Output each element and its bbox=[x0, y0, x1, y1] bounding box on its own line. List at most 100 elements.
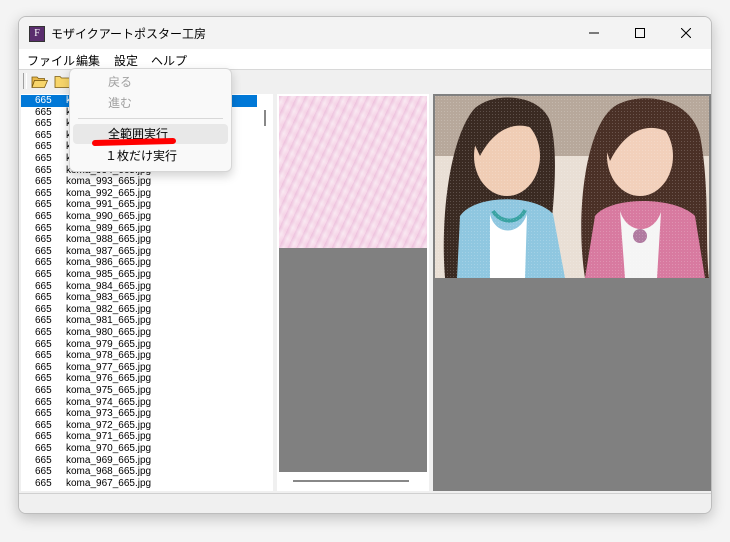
list-item[interactable]: 665 koma_986_665.jpg bbox=[21, 257, 257, 269]
mosaic-preview-pane bbox=[433, 94, 711, 491]
list-item[interactable]: 665 koma_993_665.jpg bbox=[21, 176, 257, 188]
list-item[interactable]: 665 koma_968_665.jpg bbox=[21, 466, 257, 478]
list-item[interactable]: 665 koma_972_665.jpg bbox=[21, 420, 257, 432]
list-item-number: 665 bbox=[35, 280, 52, 292]
list-item[interactable]: 665 koma_992_665.jpg bbox=[21, 188, 257, 200]
mosaic-preview-image bbox=[435, 96, 709, 278]
list-item[interactable]: 665 koma_975_665.jpg bbox=[21, 385, 257, 397]
list-item-filename: koma_983_665.jpg bbox=[66, 292, 152, 304]
list-item-filename: koma_976_665.jpg bbox=[66, 373, 152, 385]
list-item[interactable]: 665 koma_971_665.jpg bbox=[21, 431, 257, 443]
menu-item-back-label: 戻る bbox=[108, 75, 133, 89]
list-item-number: 665 bbox=[35, 118, 52, 130]
list-item[interactable]: 665 koma_970_665.jpg bbox=[21, 443, 257, 455]
list-item-number: 665 bbox=[35, 234, 52, 246]
list-item-filename: koma_992_665.jpg bbox=[66, 187, 152, 199]
list-item-filename: koma_981_665.jpg bbox=[66, 315, 152, 327]
list-item[interactable]: 665 koma_983_665.jpg bbox=[21, 292, 257, 304]
list-item[interactable]: 665 koma_967_665.jpg bbox=[21, 478, 257, 490]
list-item-number: 665 bbox=[35, 477, 52, 489]
menu-file[interactable]: ファイル bbox=[27, 52, 75, 69]
horizontal-scrollbar[interactable] bbox=[293, 480, 409, 482]
list-item-filename: koma_979_665.jpg bbox=[66, 338, 152, 350]
list-item-number: 665 bbox=[35, 199, 52, 211]
open-folder-icon[interactable] bbox=[31, 73, 49, 89]
window-title: モザイクアートポスター工房 bbox=[51, 27, 207, 41]
list-item[interactable]: 665 koma_977_665.jpg bbox=[21, 362, 257, 374]
list-item-filename: koma_988_665.jpg bbox=[66, 234, 152, 246]
maximize-icon bbox=[635, 28, 645, 38]
list-item-number: 665 bbox=[35, 396, 52, 408]
list-item-number: 665 bbox=[35, 315, 52, 327]
app-icon: F bbox=[29, 26, 45, 42]
menu-separator bbox=[78, 118, 223, 119]
list-item[interactable]: 665 koma_973_665.jpg bbox=[21, 408, 257, 420]
scrollbar-thumb[interactable] bbox=[264, 110, 266, 126]
list-item-filename: koma_971_665.jpg bbox=[66, 431, 152, 443]
list-item-filename: koma_982_665.jpg bbox=[66, 303, 152, 315]
list-item-number: 665 bbox=[35, 257, 52, 269]
list-item-number: 665 bbox=[35, 419, 52, 431]
list-item-number: 665 bbox=[35, 303, 52, 315]
menu-item-forward[interactable]: 進む bbox=[73, 93, 228, 113]
list-item-number: 665 bbox=[35, 95, 52, 106]
status-bar bbox=[19, 493, 711, 513]
list-item-number: 665 bbox=[35, 373, 52, 385]
menu-item-forward-label: 進む bbox=[108, 96, 133, 110]
list-item-number: 665 bbox=[35, 106, 52, 118]
list-item-filename: koma_989_665.jpg bbox=[66, 222, 152, 234]
list-item[interactable]: 665 koma_979_665.jpg bbox=[21, 339, 257, 351]
list-item-number: 665 bbox=[35, 431, 52, 443]
list-item[interactable]: 665 koma_984_665.jpg bbox=[21, 281, 257, 293]
menu-edit[interactable]: 編集 bbox=[76, 52, 100, 69]
close-button[interactable] bbox=[663, 17, 709, 49]
menu-item-back[interactable]: 戻る bbox=[73, 72, 228, 92]
source-preview-pane bbox=[277, 94, 429, 491]
list-item[interactable]: 665 koma_980_665.jpg bbox=[21, 327, 257, 339]
list-item[interactable]: 665 koma_988_665.jpg bbox=[21, 234, 257, 246]
list-item-filename: koma_980_665.jpg bbox=[66, 327, 152, 338]
list-item-number: 665 bbox=[35, 211, 52, 222]
menu-help[interactable]: ヘルプ bbox=[151, 52, 187, 69]
list-item[interactable]: 665 koma_990_665.jpg bbox=[21, 211, 257, 223]
list-item[interactable]: 665 koma_987_665.jpg bbox=[21, 246, 257, 258]
list-item[interactable]: 665 koma_978_665.jpg bbox=[21, 350, 257, 362]
list-item[interactable]: 665 koma_989_665.jpg bbox=[21, 223, 257, 235]
maximize-button[interactable] bbox=[617, 17, 663, 49]
list-item-filename: koma_985_665.jpg bbox=[66, 269, 152, 280]
list-item-filename: koma_974_665.jpg bbox=[66, 396, 152, 408]
menu-item-run-single[interactable]: １枚だけ実行 bbox=[73, 146, 228, 166]
list-item-number: 665 bbox=[35, 327, 52, 338]
list-item-filename: koma_969_665.jpg bbox=[66, 454, 152, 466]
menu-bar: ファイル 編集 設定 ヘルプ bbox=[19, 49, 711, 69]
list-item-number: 665 bbox=[35, 338, 52, 350]
list-item[interactable]: 665 koma_982_665.jpg bbox=[21, 304, 257, 316]
toolbar-separator bbox=[23, 73, 27, 89]
list-item-number: 665 bbox=[35, 141, 52, 153]
list-item[interactable]: 665 koma_981_665.jpg bbox=[21, 315, 257, 327]
list-item-number: 665 bbox=[35, 466, 52, 478]
list-item-number: 665 bbox=[35, 443, 52, 454]
menu-settings[interactable]: 設定 bbox=[114, 52, 138, 69]
list-item-number: 665 bbox=[35, 153, 52, 164]
edit-menu-dropdown: 戻る 進む 全範囲実行 １枚だけ実行 bbox=[69, 68, 232, 172]
list-item[interactable]: 665 koma_976_665.jpg bbox=[21, 373, 257, 385]
list-item-number: 665 bbox=[35, 222, 52, 234]
list-item[interactable]: 665 koma_969_665.jpg bbox=[21, 455, 257, 467]
source-preview-area bbox=[279, 248, 427, 472]
mosaic-photo-illustration bbox=[435, 96, 709, 278]
list-item-number: 665 bbox=[35, 350, 52, 362]
minimize-button[interactable] bbox=[571, 17, 617, 49]
list-item[interactable]: 665 koma_974_665.jpg bbox=[21, 397, 257, 409]
list-scrollbar[interactable] bbox=[259, 94, 273, 491]
list-item-filename: koma_968_665.jpg bbox=[66, 466, 152, 478]
list-item-number: 665 bbox=[35, 385, 52, 396]
list-item-filename: koma_970_665.jpg bbox=[66, 443, 152, 454]
list-item[interactable]: 665 koma_991_665.jpg bbox=[21, 199, 257, 211]
list-item-number: 665 bbox=[35, 361, 52, 373]
list-item-filename: koma_975_665.jpg bbox=[66, 385, 152, 396]
list-item[interactable]: 665 koma_985_665.jpg bbox=[21, 269, 257, 281]
title-bar[interactable]: F モザイクアートポスター工房 bbox=[19, 17, 711, 49]
list-item-filename: koma_973_665.jpg bbox=[66, 408, 152, 420]
list-item-number: 665 bbox=[35, 176, 52, 188]
